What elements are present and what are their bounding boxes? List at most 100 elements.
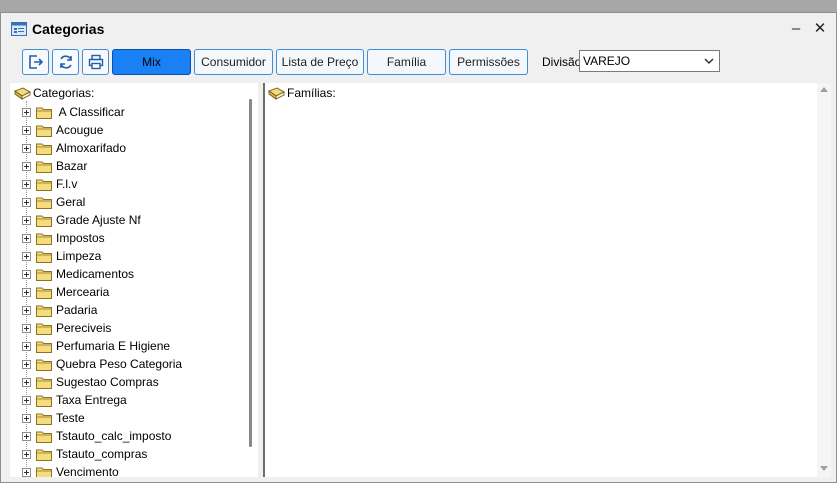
book-icon [268, 87, 285, 100]
families-root-label: Famílias: [287, 86, 336, 100]
scroll-down-icon[interactable] [820, 466, 828, 471]
folder-icon [36, 143, 52, 155]
category-label: Quebra Peso Categoria [56, 357, 183, 371]
expand-plus-icon[interactable] [22, 251, 31, 261]
category-item[interactable]: Mercearia [22, 283, 109, 301]
expand-plus-icon[interactable] [22, 449, 31, 459]
expand-plus-icon[interactable] [22, 233, 31, 243]
category-label: Padaria [56, 303, 98, 317]
category-item[interactable]: Vencimento [22, 463, 119, 477]
expand-plus-icon[interactable] [22, 107, 31, 117]
expand-plus-icon[interactable] [22, 359, 31, 369]
expand-plus-icon[interactable] [22, 143, 31, 153]
category-item[interactable]: Perfumaria E Higiene [22, 337, 170, 355]
categories-root-label: Categorias: [33, 86, 95, 100]
scroll-up-icon[interactable] [820, 87, 828, 92]
chevron-down-icon [704, 58, 714, 65]
folder-icon [36, 395, 52, 407]
category-label: Impostos [56, 231, 105, 245]
category-label: Sugestao Compras [56, 375, 159, 389]
categories-root[interactable]: Categorias: [14, 85, 94, 101]
category-item[interactable]: Tstauto_calc_imposto [22, 427, 171, 445]
tab-mix[interactable]: Mix [112, 49, 191, 75]
folder-icon [36, 431, 52, 443]
category-item[interactable]: Bazar [22, 157, 87, 175]
expand-plus-icon[interactable] [22, 215, 31, 225]
print-icon [88, 54, 103, 70]
expand-plus-icon[interactable] [22, 197, 31, 207]
expand-plus-icon[interactable] [22, 395, 31, 405]
close-button[interactable]: ✕ [809, 19, 831, 39]
category-item[interactable]: A Classificar [22, 103, 125, 121]
division-value: VAREJO [583, 54, 631, 68]
folder-icon [36, 161, 52, 173]
folder-icon [36, 251, 52, 263]
category-item[interactable]: Sugestao Compras [22, 373, 159, 391]
category-item[interactable]: Pereciveis [22, 319, 111, 337]
category-item[interactable]: Teste [22, 409, 85, 427]
category-label: Mercearia [56, 285, 110, 299]
tab-consumidor[interactable]: Consumidor [194, 49, 273, 75]
refresh-button[interactable] [52, 49, 79, 75]
folder-icon [36, 107, 52, 119]
category-item[interactable]: F.l.v [22, 175, 77, 193]
folder-icon [36, 341, 52, 353]
expand-plus-icon[interactable] [22, 323, 31, 333]
expand-plus-icon[interactable] [22, 269, 31, 279]
category-label: Taxa Entrega [56, 393, 127, 407]
category-item[interactable]: Medicamentos [22, 265, 134, 283]
folder-icon [36, 467, 52, 477]
division-label: Divisão [542, 55, 582, 69]
expand-plus-icon[interactable] [22, 305, 31, 315]
category-item[interactable]: Limpeza [22, 247, 101, 265]
category-label: Perfumaria E Higiene [56, 339, 171, 353]
minimize-button[interactable]: – [785, 19, 807, 39]
category-item[interactable]: Taxa Entrega [22, 391, 127, 409]
category-label: Tstauto_compras [56, 447, 148, 461]
category-label: Tstauto_calc_imposto [56, 429, 172, 443]
book-icon [14, 87, 31, 100]
tab-familia[interactable]: Família [367, 49, 446, 75]
categorias-window: Categorias – ✕ Mix Consumidor Lista de P… [0, 12, 837, 483]
category-label: Vencimento [56, 465, 119, 477]
expand-plus-icon[interactable] [22, 161, 31, 171]
expand-plus-icon[interactable] [22, 377, 31, 387]
category-label: Almoxarifado [56, 141, 127, 155]
left-scrollbar-thumb[interactable] [249, 99, 252, 447]
folder-icon [36, 377, 52, 389]
expand-plus-icon[interactable] [22, 431, 31, 441]
tab-lista-de-preco[interactable]: Lista de Preço [276, 49, 364, 75]
refresh-icon [59, 55, 72, 69]
expand-plus-icon[interactable] [22, 287, 31, 297]
category-item[interactable]: Impostos [22, 229, 105, 247]
category-label: Grade Ajuste Nf [56, 213, 141, 227]
expand-plus-icon[interactable] [22, 413, 31, 423]
tab-permissoes[interactable]: Permissões [449, 49, 528, 75]
division-select[interactable]: VAREJO [579, 50, 720, 72]
expand-plus-icon[interactable] [22, 341, 31, 351]
category-item[interactable]: Geral [22, 193, 85, 211]
category-item[interactable]: Acougue [22, 121, 103, 139]
window-app-icon [11, 22, 27, 36]
exit-button[interactable] [22, 49, 49, 75]
expand-plus-icon[interactable] [22, 125, 31, 135]
category-item[interactable]: Quebra Peso Categoria [22, 355, 182, 373]
category-item[interactable]: Padaria [22, 301, 97, 319]
expand-plus-icon[interactable] [22, 467, 31, 477]
families-root[interactable]: Famílias: [268, 85, 336, 101]
category-item[interactable]: Tstauto_compras [22, 445, 147, 463]
category-item[interactable]: Almoxarifado [22, 139, 126, 157]
right-scrollbar[interactable] [817, 83, 831, 477]
categories-tree[interactable]: Categorias: A Classificar Acougue Almoxari… [10, 83, 258, 477]
category-label: Bazar [56, 159, 88, 173]
category-item[interactable]: Grade Ajuste Nf [22, 211, 141, 229]
folder-icon [36, 233, 52, 245]
toolbar: Mix Consumidor Lista de Preço Família Pe… [1, 48, 836, 78]
expand-plus-icon[interactable] [22, 179, 31, 189]
folder-icon [36, 215, 52, 227]
exit-icon [28, 55, 43, 69]
folder-icon [36, 305, 52, 317]
families-tree[interactable]: Famílias: [265, 83, 831, 477]
folder-icon [36, 269, 52, 281]
print-button[interactable] [82, 49, 109, 75]
